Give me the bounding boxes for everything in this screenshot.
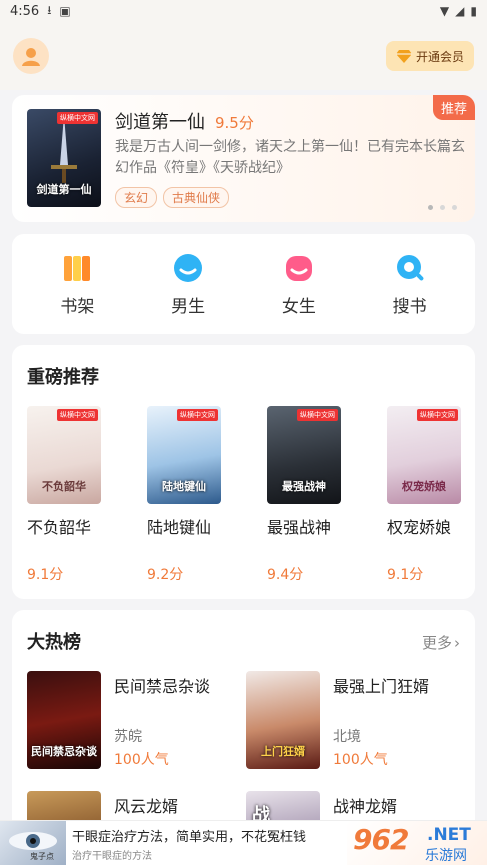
watermark-net: .NET: [427, 825, 471, 845]
carousel-dots: [428, 205, 457, 210]
ad-image[interactable]: 鬼子点: [0, 821, 66, 865]
book-score: 9.1分: [387, 567, 424, 583]
cover-title: 不负韶华: [42, 480, 86, 493]
book-name: 陆地键仙: [147, 518, 212, 537]
book-author: 北境: [333, 729, 361, 745]
category-nav: 书架 男生 女生 搜书: [12, 234, 475, 334]
book-score: 9.2分: [147, 567, 184, 583]
cover-badge: 纵横中文网: [417, 409, 458, 421]
carousel-dot[interactable]: [452, 205, 457, 210]
avatar[interactable]: [13, 38, 49, 74]
battery-icon: ▮: [470, 4, 477, 18]
book-cover[interactable]: 纵横中文网 陆地键仙: [147, 406, 221, 504]
book-name: 权宠娇娘: [387, 518, 452, 537]
book-author: 苏皖: [114, 729, 142, 745]
hot-book[interactable]: 民间禁忌杂谈 民间禁忌杂谈 苏皖 100人气: [27, 671, 237, 771]
nav-bookshelf[interactable]: 书架: [32, 252, 122, 317]
book-cover[interactable]: 纵横中文网 最强战神: [267, 406, 341, 504]
book-popularity: 100人气: [333, 752, 388, 768]
book-name: 最强战神: [267, 518, 332, 537]
cover-title: 上门狂婿: [261, 745, 305, 758]
section-title: 大热榜: [27, 632, 81, 653]
featured-title[interactable]: 剑道第一仙: [115, 108, 205, 134]
ad-subtitle: 治疗干眼症的方法: [72, 851, 152, 862]
diamond-icon: [395, 50, 412, 63]
featured-banner[interactable]: 推荐 纵横中文网 剑道第一仙 剑道第一仙 9.5分 我是万古人间一剑修，诸天之上…: [12, 95, 475, 222]
featured-description: 我是万古人间一剑修，诸天之上第一仙！已有完本长篇玄幻作品《符皇》《天骄战纪》: [115, 139, 465, 176]
ad-banner[interactable]: 鬼子点 干眼症治疗方法，简单实用，不花冤枉钱 治疗干眼症的方法 962 .NET…: [0, 820, 487, 865]
vip-label: 开通会员: [415, 49, 464, 64]
book-name: 风云龙婿: [114, 797, 179, 816]
book-card[interactable]: 纵横中文网 陆地键仙 陆地键仙 9.2分: [147, 406, 222, 584]
download-icon: ⭳: [47, 2, 52, 17]
more-label: 更多: [421, 634, 452, 652]
top-bar: 开通会员: [0, 22, 487, 90]
featured-cover[interactable]: 纵横中文网 剑道第一仙: [27, 109, 101, 207]
nav-label: 搜书: [392, 296, 427, 317]
cover-badge: 纵横中文网: [57, 409, 98, 421]
section-title: 重磅推荐: [27, 367, 99, 388]
user-icon: [22, 48, 40, 66]
book-cover[interactable]: 上门狂婿: [246, 671, 320, 769]
book-name: 民间禁忌杂谈: [114, 677, 211, 696]
chevron-right-icon: ›: [454, 633, 460, 652]
ad-title[interactable]: 干眼症治疗方法，简单实用，不花冤枉钱: [72, 826, 306, 845]
hot-book[interactable]: 上门狂婿 最强上门狂婿 北境 100人气: [246, 671, 456, 771]
recommend-tag: 推荐: [432, 95, 475, 120]
cover-title: 最强战神: [282, 480, 326, 493]
cover-title: 剑道第一仙: [36, 183, 92, 196]
nav-female[interactable]: 女生: [254, 252, 344, 317]
book-cover[interactable]: 纵横中文网 不负韶华: [27, 406, 101, 504]
book-name: 战神龙婿: [333, 797, 398, 816]
nav-label: 女生: [281, 296, 316, 317]
book-popularity: 100人气: [114, 752, 169, 768]
book-score: 9.1分: [27, 567, 64, 583]
cover-badge: 纵横中文网: [297, 409, 338, 421]
cover-badge: 纵横中文网: [177, 409, 218, 421]
cover-badge: 纵横中文网: [57, 112, 98, 124]
recommend-section: 重磅推荐 纵横中文网 不负韶华 不负韶华 9.1分 纵横中文网 陆地键仙 陆地键…: [12, 345, 475, 599]
app-notification-icon: ▣: [59, 4, 71, 18]
wifi-icon: ▼: [439, 4, 450, 18]
watermark-logo: 962 .NET 乐游网: [347, 821, 487, 865]
nav-label: 男生: [171, 296, 206, 317]
status-time: 4:56: [10, 3, 40, 19]
status-bar: 4:56 ⭳ ▣ ▼ ◢ ▮: [0, 0, 487, 22]
book-name: 最强上门狂婿: [333, 677, 430, 696]
bookshelf-icon: [61, 252, 93, 284]
book-name: 不负韶华: [27, 518, 92, 537]
featured-score: 9.5分: [215, 114, 254, 132]
vip-button[interactable]: 开通会员: [385, 41, 474, 71]
ad-image-caption: 鬼子点: [30, 852, 54, 861]
book-card[interactable]: 纵横中文网 权宠娇娘 权宠娇娘 9.1分: [387, 406, 462, 584]
genre-chip[interactable]: 玄幻: [115, 187, 158, 208]
female-icon: [283, 252, 315, 284]
book-score: 9.4分: [267, 567, 304, 583]
book-card[interactable]: 纵横中文网 最强战神 最强战神 9.4分: [267, 406, 342, 584]
nav-search[interactable]: 搜书: [365, 252, 455, 317]
cover-title: 权宠娇娘: [402, 480, 446, 493]
book-card[interactable]: 纵横中文网 不负韶华 不负韶华 9.1分: [27, 406, 102, 584]
more-link[interactable]: 更多 ›: [422, 632, 460, 653]
signal-icon: ◢: [455, 4, 465, 18]
cover-title: 陆地键仙: [162, 480, 206, 493]
genre-chip[interactable]: 古典仙侠: [163, 187, 230, 208]
book-cover[interactable]: 纵横中文网 权宠娇娘: [387, 406, 461, 504]
search-icon: [394, 252, 426, 284]
book-cover[interactable]: 民间禁忌杂谈: [27, 671, 101, 769]
carousel-dot[interactable]: [440, 205, 445, 210]
male-icon: [172, 252, 204, 284]
carousel-dot[interactable]: [428, 205, 433, 210]
watermark-site: 乐游网: [425, 848, 467, 864]
nav-label: 书架: [60, 296, 95, 317]
watermark-number: 962: [353, 823, 409, 856]
cover-title: 民间禁忌杂谈: [31, 745, 97, 758]
nav-male[interactable]: 男生: [143, 252, 233, 317]
